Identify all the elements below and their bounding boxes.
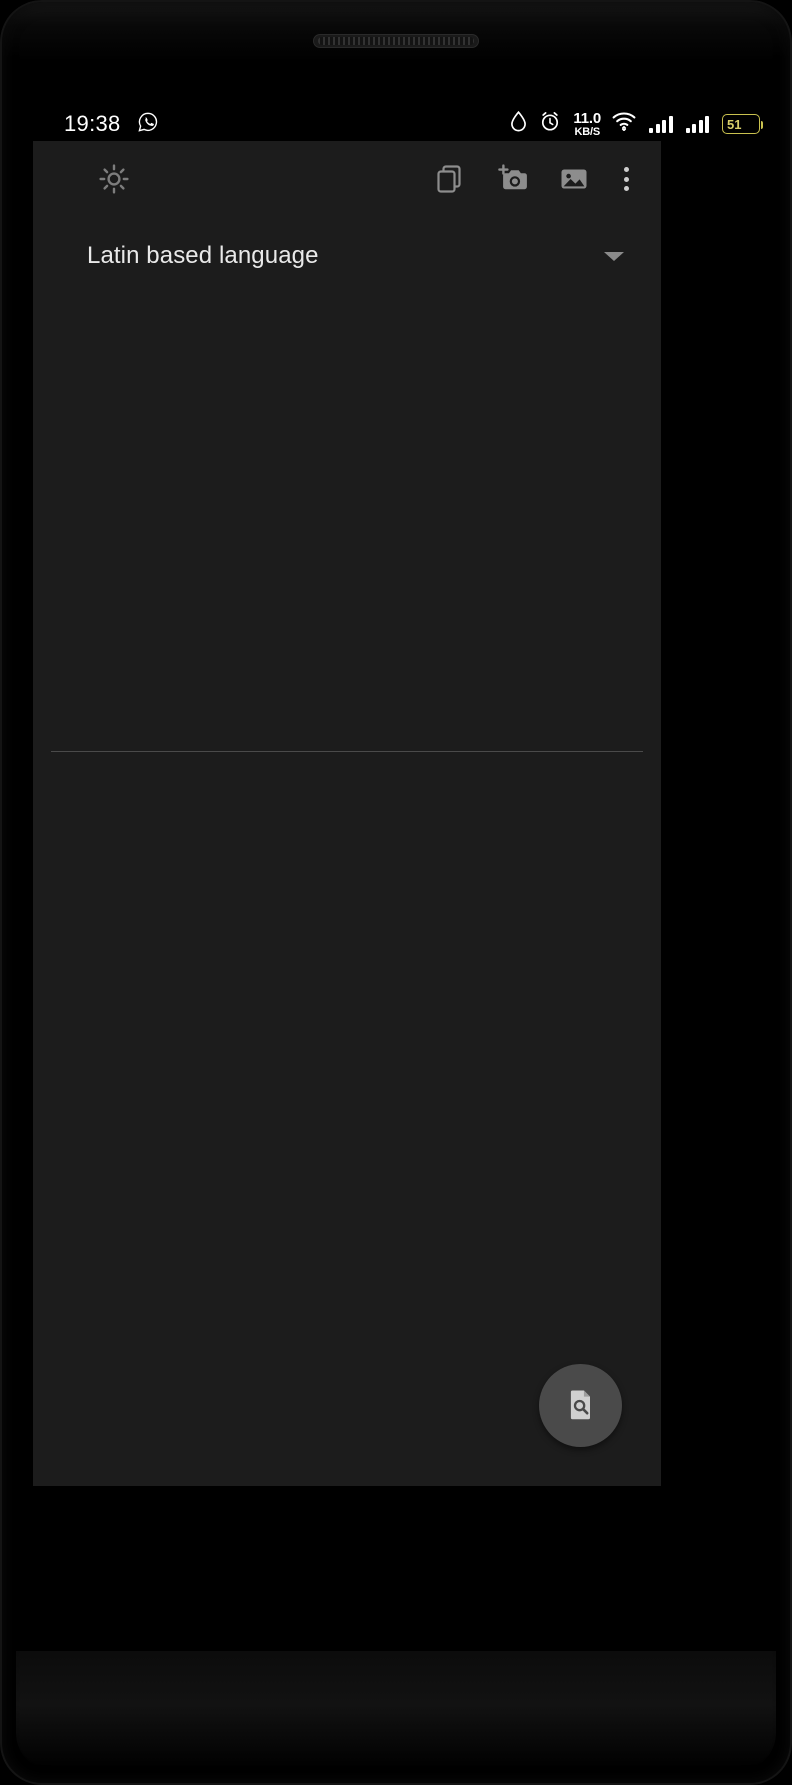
- brightness-button[interactable]: [83, 148, 145, 210]
- copy-button[interactable]: [419, 148, 481, 210]
- app-toolbar: [33, 141, 661, 217]
- alarm-clock-icon: [540, 111, 560, 137]
- frame-top-highlight: [2, 2, 790, 62]
- language-selector[interactable]: Latin based language: [33, 217, 661, 295]
- device-bottom-chin: [0, 1595, 792, 1785]
- whatsapp-icon: [137, 111, 159, 138]
- add-photo-camera-icon: [494, 162, 530, 196]
- gallery-button[interactable]: [543, 148, 605, 210]
- network-speed-indicator: 11.0 KB/S: [573, 111, 601, 138]
- copy-icon: [433, 162, 467, 196]
- status-bar: 19:38 11.0 KB/S 51: [0, 103, 792, 145]
- battery-indicator: 51: [722, 114, 763, 134]
- brightness-icon: [98, 163, 130, 195]
- chin-shading: [16, 1651, 776, 1771]
- signal-bars-icon-sim1: [649, 116, 673, 133]
- status-bar-left: 19:38: [64, 111, 159, 138]
- more-options-icon: [623, 167, 629, 191]
- scan-document-fab[interactable]: [539, 1364, 622, 1447]
- language-selector-value: Latin based language: [87, 242, 319, 269]
- results-pane: [33, 752, 661, 1486]
- battery-level-text: 51: [727, 116, 742, 132]
- text-editor-area[interactable]: [33, 295, 661, 751]
- network-speed-value: 11.0: [573, 109, 601, 127]
- signal-bars-icon-sim2: [685, 116, 709, 133]
- camera-button[interactable]: [481, 148, 543, 210]
- scan-document-icon: [561, 1384, 601, 1427]
- phone-device-frame: 19:38 11.0 KB/S 51 Latin based language: [0, 0, 792, 1785]
- overflow-menu-button[interactable]: [605, 148, 647, 210]
- app-window: Latin based language: [33, 141, 661, 1486]
- earpiece-speaker: [313, 34, 479, 48]
- status-bar-right: 11.0 KB/S 51: [510, 110, 763, 138]
- water-drop-icon: [510, 110, 527, 137]
- network-speed-unit: KB/S: [574, 125, 600, 138]
- image-gallery-icon: [557, 162, 591, 196]
- wifi-icon: [612, 112, 636, 136]
- speaker-mesh: [318, 37, 474, 45]
- dropdown-caret-icon[interactable]: [597, 239, 631, 273]
- status-bar-clock: 19:38: [64, 111, 121, 136]
